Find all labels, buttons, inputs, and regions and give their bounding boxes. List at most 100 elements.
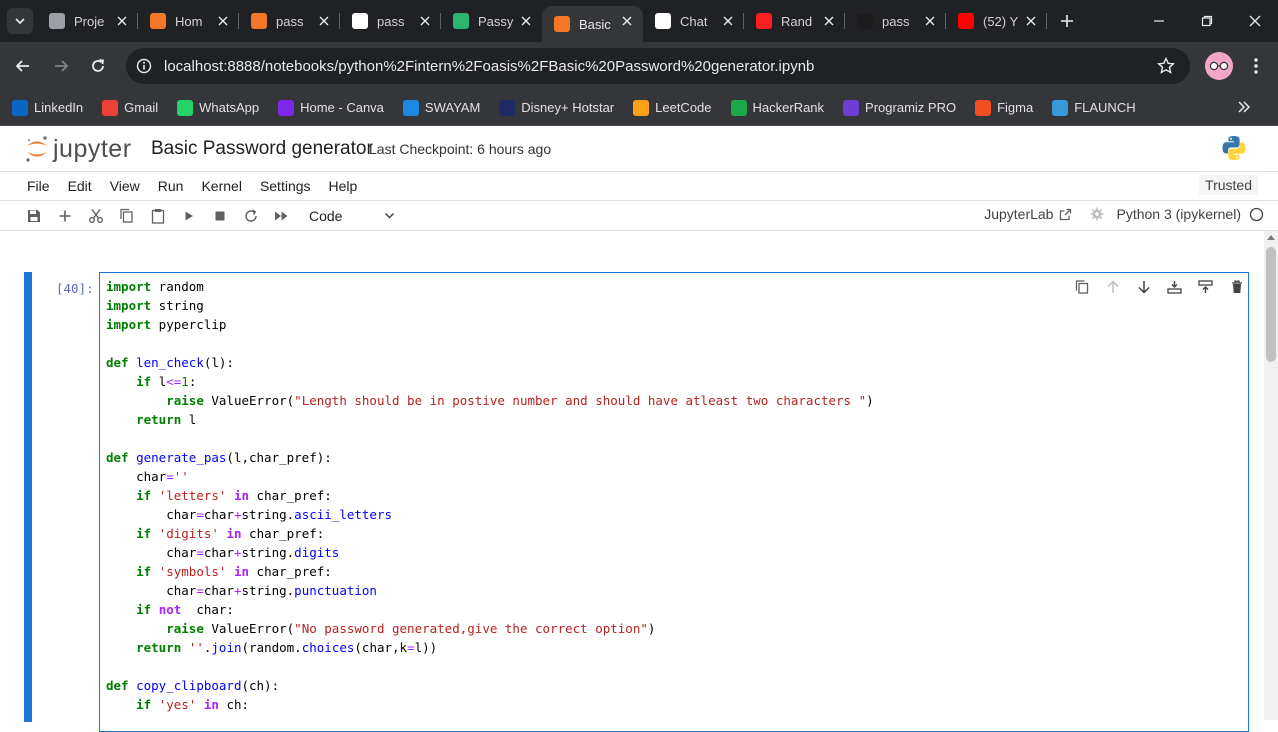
close-tab-button[interactable] [214, 12, 232, 30]
trusted-indicator[interactable]: Trusted [1199, 175, 1258, 195]
close-tab-button[interactable] [921, 12, 939, 30]
tab-search-button[interactable] [7, 8, 33, 34]
delete-cell-button[interactable] [1221, 278, 1252, 296]
cell-type-select[interactable]: Code [309, 208, 395, 224]
bookmark-star-icon[interactable] [1157, 57, 1175, 75]
insert-cell-above-button[interactable] [1159, 278, 1190, 296]
bookmark-programiz[interactable]: Programiz PRO [843, 99, 956, 116]
browser-tab-5[interactable]: Basic [542, 6, 643, 42]
active-cell-indicator[interactable] [24, 272, 32, 722]
move-cell-down-button[interactable] [1128, 278, 1159, 296]
browser-tab-7[interactable]: Rand [744, 0, 845, 42]
python-icon [1222, 136, 1246, 160]
menu-file[interactable]: File [18, 178, 59, 194]
address-bar[interactable]: localhost:8888/notebooks/python%2Fintern… [126, 48, 1190, 84]
code-line: char=char+string.punctuation [106, 583, 377, 598]
code-line: import random [106, 279, 204, 294]
restart-kernel-button[interactable] [235, 204, 266, 228]
bookmark-label: LeetCode [655, 100, 712, 115]
hackerrank-icon [730, 99, 747, 116]
insert-cell-button[interactable] [49, 204, 80, 228]
close-tab-button[interactable] [820, 12, 838, 30]
bookmarks-bar: LinkedIn Gmail WhatsApp Home - Canva SWAYAM D… [0, 90, 1278, 126]
jupyter-logo[interactable]: jupyter [25, 134, 132, 164]
close-icon [420, 16, 430, 26]
save-button[interactable] [18, 204, 49, 228]
browser-tab-0[interactable]: Proje [37, 0, 138, 42]
browser-tab-2[interactable]: pass [239, 0, 340, 42]
close-tab-button[interactable] [517, 12, 535, 30]
plus-icon [59, 210, 70, 221]
browser-tab-8[interactable]: pass [845, 0, 946, 42]
leetcode-icon [633, 99, 650, 116]
copy-button[interactable] [111, 204, 142, 228]
menu-kernel[interactable]: Kernel [192, 178, 250, 194]
paste-button[interactable] [142, 204, 173, 228]
arrow-left-icon [15, 60, 29, 72]
scroll-up-arrow-icon[interactable] [1267, 235, 1275, 240]
notebook-scrollbar[interactable] [1264, 231, 1278, 720]
browser-tab-6[interactable]: Chat [643, 0, 744, 42]
notebook-panel: [40]: import random import string import p… [0, 231, 1264, 732]
menu-run[interactable]: Run [149, 178, 193, 194]
bookmark-swayam[interactable]: SWAYAM [402, 99, 480, 116]
restart-icon [244, 209, 257, 222]
browser-tab-1[interactable]: Hom [138, 0, 239, 42]
bookmark-label: LinkedIn [34, 100, 84, 115]
restore-button[interactable] [1184, 0, 1230, 42]
interrupt-kernel-button[interactable] [204, 204, 235, 228]
close-tab-button[interactable] [719, 12, 737, 30]
scrollbar-thumb[interactable] [1266, 247, 1276, 362]
duplicate-cell-button[interactable] [1066, 278, 1097, 296]
close-tab-button[interactable] [315, 12, 333, 30]
close-window-button[interactable] [1232, 0, 1278, 42]
browser-toolbar: localhost:8888/notebooks/python%2Fintern… [0, 42, 1278, 90]
bookmark-hackerrank[interactable]: HackerRank [730, 99, 824, 116]
back-button[interactable] [5, 48, 41, 84]
reload-button[interactable] [80, 48, 116, 84]
browser-tab-4[interactable]: Passy [441, 0, 542, 42]
browser-menu-button[interactable] [1238, 48, 1274, 84]
kernel-settings-icon[interactable] [1090, 207, 1104, 221]
notebook-title[interactable]: Basic Password generator [151, 138, 373, 160]
cell-toolbar [1066, 278, 1252, 296]
bookmark-figma[interactable]: Figma [975, 99, 1033, 116]
run-cell-button[interactable] [173, 204, 204, 228]
bookmark-hotstar[interactable]: Disney+ Hotstar [499, 99, 614, 116]
menu-view[interactable]: View [101, 178, 149, 194]
restart-run-all-button[interactable] [266, 204, 297, 228]
bookmark-label: Gmail [124, 100, 159, 115]
bookmarks-overflow-button[interactable] [1238, 100, 1251, 119]
browser-tab-9[interactable]: (52) Y [946, 0, 1047, 42]
profile-avatar[interactable] [1205, 52, 1233, 80]
google-icon [352, 13, 368, 29]
code-content[interactable]: import random import string import pypercl… [106, 277, 874, 714]
menu-edit[interactable]: Edit [59, 178, 101, 194]
bookmark-leetcode[interactable]: LeetCode [633, 99, 712, 116]
open-jupyterlab-link[interactable]: JupyterLab [984, 206, 1053, 222]
site-info-icon[interactable] [136, 58, 152, 74]
bookmark-linkedin[interactable]: LinkedIn [12, 99, 84, 116]
close-tab-button[interactable] [416, 12, 434, 30]
minimize-button[interactable] [1136, 0, 1182, 42]
cut-button[interactable] [80, 204, 111, 228]
play-icon [185, 211, 193, 220]
menu-settings[interactable]: Settings [251, 178, 320, 194]
insert-cell-below-button[interactable] [1190, 278, 1221, 296]
move-cell-up-button[interactable] [1097, 278, 1128, 296]
close-tab-button[interactable] [618, 12, 636, 30]
browser-tab-3[interactable]: pass [340, 0, 441, 42]
code-line: if 'yes' in ch: [136, 697, 250, 712]
whatsapp-icon [177, 99, 194, 116]
bookmark-gmail[interactable]: Gmail [102, 99, 159, 116]
forward-button[interactable] [43, 48, 79, 84]
bookmark-whatsapp[interactable]: WhatsApp [177, 99, 259, 116]
close-tab-button[interactable] [1022, 12, 1040, 30]
bookmark-flaunch[interactable]: FLAUNCH [1052, 99, 1136, 116]
kernel-name[interactable]: Python 3 (ipykernel) [1116, 206, 1241, 222]
external-link-icon [1060, 208, 1072, 220]
menu-help[interactable]: Help [320, 178, 367, 194]
bookmark-canva[interactable]: Home - Canva [278, 99, 384, 116]
new-tab-button[interactable] [1053, 7, 1081, 35]
close-tab-button[interactable] [113, 12, 131, 30]
